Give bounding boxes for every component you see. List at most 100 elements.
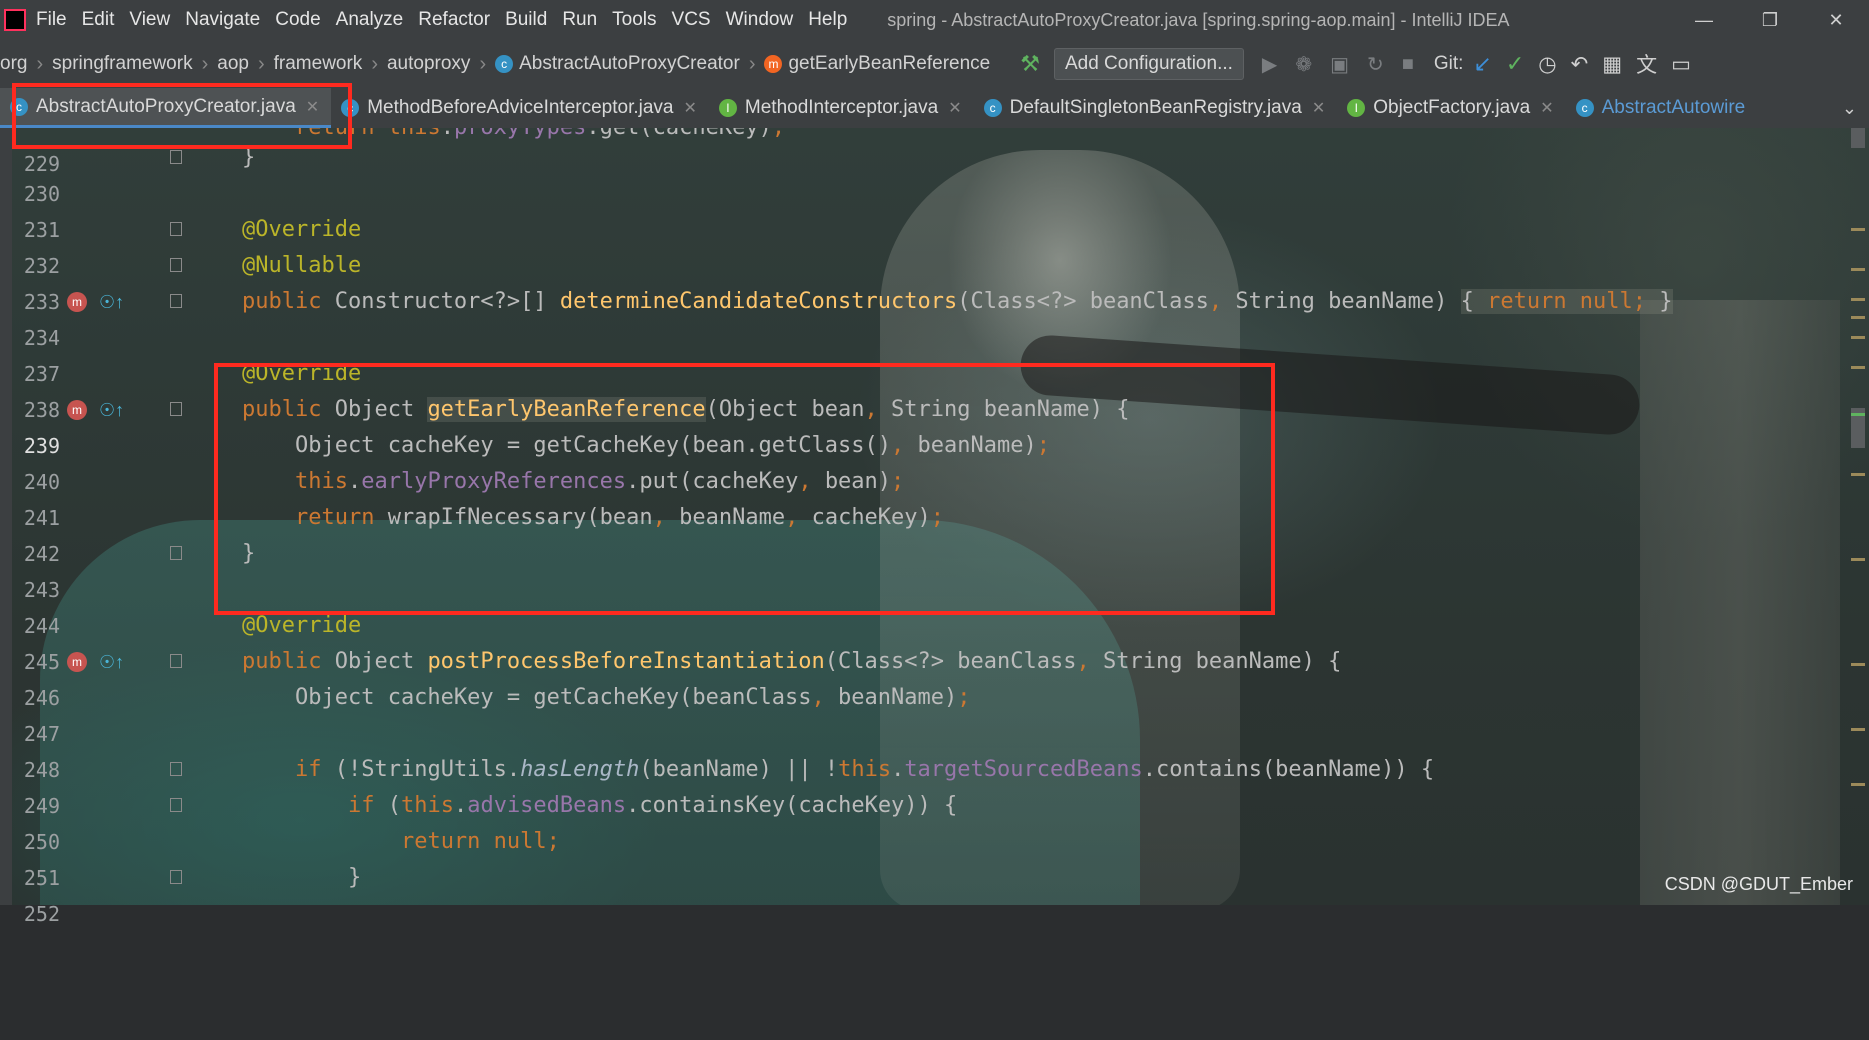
fold-marker-icon[interactable]: [170, 546, 182, 560]
profile-icon[interactable]: ↻: [1367, 52, 1384, 77]
breadcrumb-label: springframework: [52, 53, 193, 74]
fold-marker-icon[interactable]: [170, 258, 182, 272]
fold-marker-icon[interactable]: [170, 870, 182, 884]
breadcrumb-framework[interactable]: framework: [274, 53, 363, 75]
menu-help[interactable]: Help: [808, 9, 847, 31]
menu-tools[interactable]: Tools: [612, 9, 656, 31]
implements-up-icon[interactable]: ☉↑: [99, 392, 124, 428]
fold-marker-icon[interactable]: [170, 762, 182, 776]
presentation-icon[interactable]: ▭: [1671, 52, 1691, 77]
breadcrumb-org[interactable]: org: [0, 53, 27, 75]
code-text: Object cacheKey = getCacheKey(beanClass,…: [242, 685, 971, 710]
warning-marker[interactable]: [1851, 268, 1865, 271]
menu-edit[interactable]: Edit: [82, 9, 115, 31]
menu-file[interactable]: File: [36, 9, 67, 31]
overrides-method-icon[interactable]: m: [67, 652, 87, 672]
warning-marker[interactable]: [1851, 366, 1865, 369]
change-marker[interactable]: [1851, 413, 1865, 416]
code-line: 233 @Nullable: [12, 248, 1852, 314]
scroll-thumb[interactable]: [1851, 128, 1865, 148]
coverage-icon[interactable]: ▣: [1330, 52, 1349, 77]
debug-icon[interactable]: ❁: [1295, 52, 1312, 77]
code-line: 232 @Override: [12, 212, 1852, 278]
breadcrumb-autoproxy[interactable]: autoproxy: [387, 53, 470, 75]
tab-method-interceptor[interactable]: I MethodInterceptor.java ✕: [709, 88, 974, 128]
code-text: public Object postProcessBeforeInstantia…: [242, 649, 1342, 674]
warning-marker[interactable]: [1851, 228, 1865, 231]
menu-run[interactable]: Run: [562, 9, 597, 31]
warning-marker[interactable]: [1851, 783, 1865, 786]
close-icon[interactable]: ✕: [948, 98, 961, 118]
fold-marker-icon[interactable]: [170, 798, 182, 812]
warning-marker[interactable]: [1851, 663, 1865, 666]
warning-marker[interactable]: [1851, 316, 1865, 319]
implements-up-icon[interactable]: ☉↑: [99, 284, 124, 320]
tab-object-factory[interactable]: I ObjectFactory.java ✕: [1337, 88, 1565, 128]
chevron-right-icon: ›: [371, 52, 378, 75]
run-icon[interactable]: ▶: [1262, 52, 1277, 77]
stop-icon[interactable]: ■: [1402, 53, 1414, 76]
code-text: public Constructor<?>[] determineCandida…: [242, 289, 1673, 314]
tool-window-strip[interactable]: [0, 128, 12, 905]
translate-icon[interactable]: 文: [1636, 49, 1657, 79]
fold-marker-icon[interactable]: [170, 294, 182, 308]
code-line: 249 if (!StringUtils.hasLength(beanName)…: [12, 752, 1852, 818]
add-configuration-button[interactable]: Add Configuration...: [1053, 48, 1244, 80]
warning-marker[interactable]: [1851, 336, 1865, 339]
breadcrumb-label: org: [0, 53, 28, 74]
tab-label: MethodBeforeAdviceInterceptor.java: [367, 97, 674, 118]
code-line: 247 Object cacheKey = getCacheKey(beanCl…: [12, 680, 1852, 746]
warning-marker[interactable]: [1851, 298, 1865, 301]
chevron-down-icon[interactable]: ⌄: [1842, 98, 1857, 119]
implements-up-icon[interactable]: ☉↑: [99, 644, 124, 680]
chevron-right-icon: ›: [479, 52, 487, 75]
project-structure-icon[interactable]: ▦: [1602, 52, 1622, 77]
tab-default-singleton-bean-registry[interactable]: c DefaultSingletonBeanRegistry.java ✕: [974, 88, 1338, 128]
menu-view[interactable]: View: [129, 9, 170, 31]
menu-navigate[interactable]: Navigate: [185, 9, 260, 31]
menu-vcs[interactable]: VCS: [672, 9, 711, 31]
breadcrumb-label: AbstractAutoProxyCreator: [519, 53, 740, 74]
warning-marker[interactable]: [1851, 728, 1865, 731]
fold-marker-icon[interactable]: [170, 654, 182, 668]
minimize-icon[interactable]: —: [1671, 0, 1737, 40]
menu-window[interactable]: Window: [726, 9, 794, 31]
breadcrumb-springframework[interactable]: springframework: [52, 53, 192, 75]
close-icon[interactable]: ✕: [1312, 98, 1325, 118]
fold-marker-icon[interactable]: [170, 150, 182, 164]
git-update-icon[interactable]: ↙: [1473, 51, 1491, 77]
close-icon[interactable]: ✕: [684, 98, 697, 118]
breadcrumb-label: aop: [217, 53, 249, 74]
breadcrumb-aop[interactable]: aop: [217, 53, 249, 75]
fold-marker-icon[interactable]: [170, 402, 182, 416]
breadcrumb-method[interactable]: m getEarlyBeanReference: [764, 53, 990, 75]
overrides-method-icon[interactable]: m: [67, 400, 87, 420]
editor-scrollbar[interactable]: [1851, 128, 1865, 905]
close-icon[interactable]: ✕: [1540, 98, 1553, 118]
tab-label: MethodInterceptor.java: [744, 97, 939, 118]
warning-marker[interactable]: [1851, 473, 1865, 476]
code-line: 251 return null;: [12, 824, 1852, 890]
tab-method-before-advice-interceptor[interactable]: c MethodBeforeAdviceInterceptor.java ✕: [331, 88, 709, 128]
code-text: }: [242, 865, 362, 890]
fold-marker-icon[interactable]: [170, 222, 182, 236]
menu-refactor[interactable]: Refactor: [418, 9, 490, 31]
restore-icon[interactable]: ❐: [1737, 0, 1803, 40]
git-rollback-icon[interactable]: ↶: [1571, 52, 1589, 77]
menu-code[interactable]: Code: [275, 9, 320, 31]
code-text: if (!StringUtils.hasLength(beanName) || …: [294, 757, 1435, 782]
build-hammer-icon[interactable]: ⚒: [1020, 51, 1040, 77]
breadcrumb-class[interactable]: c AbstractAutoProxyCreator: [495, 53, 740, 75]
menu-build[interactable]: Build: [505, 9, 547, 31]
breadcrumb-label: autoproxy: [386, 53, 471, 74]
code-text: if (this.advisedBeans.containsKey(cacheK…: [347, 793, 958, 818]
overrides-method-icon[interactable]: m: [67, 292, 87, 312]
menu-analyze[interactable]: Analyze: [336, 9, 404, 31]
git-commit-icon[interactable]: ✓: [1506, 51, 1524, 77]
warning-marker[interactable]: [1851, 558, 1865, 561]
close-icon[interactable]: ✕: [1803, 0, 1869, 40]
tab-abstract-autowire[interactable]: c AbstractAutowire: [1566, 88, 1758, 128]
tab-label: AbstractAutowire: [1601, 97, 1746, 118]
git-history-icon[interactable]: ◷: [1538, 52, 1556, 77]
breadcrumb-label: getEarlyBeanReference: [788, 53, 991, 74]
